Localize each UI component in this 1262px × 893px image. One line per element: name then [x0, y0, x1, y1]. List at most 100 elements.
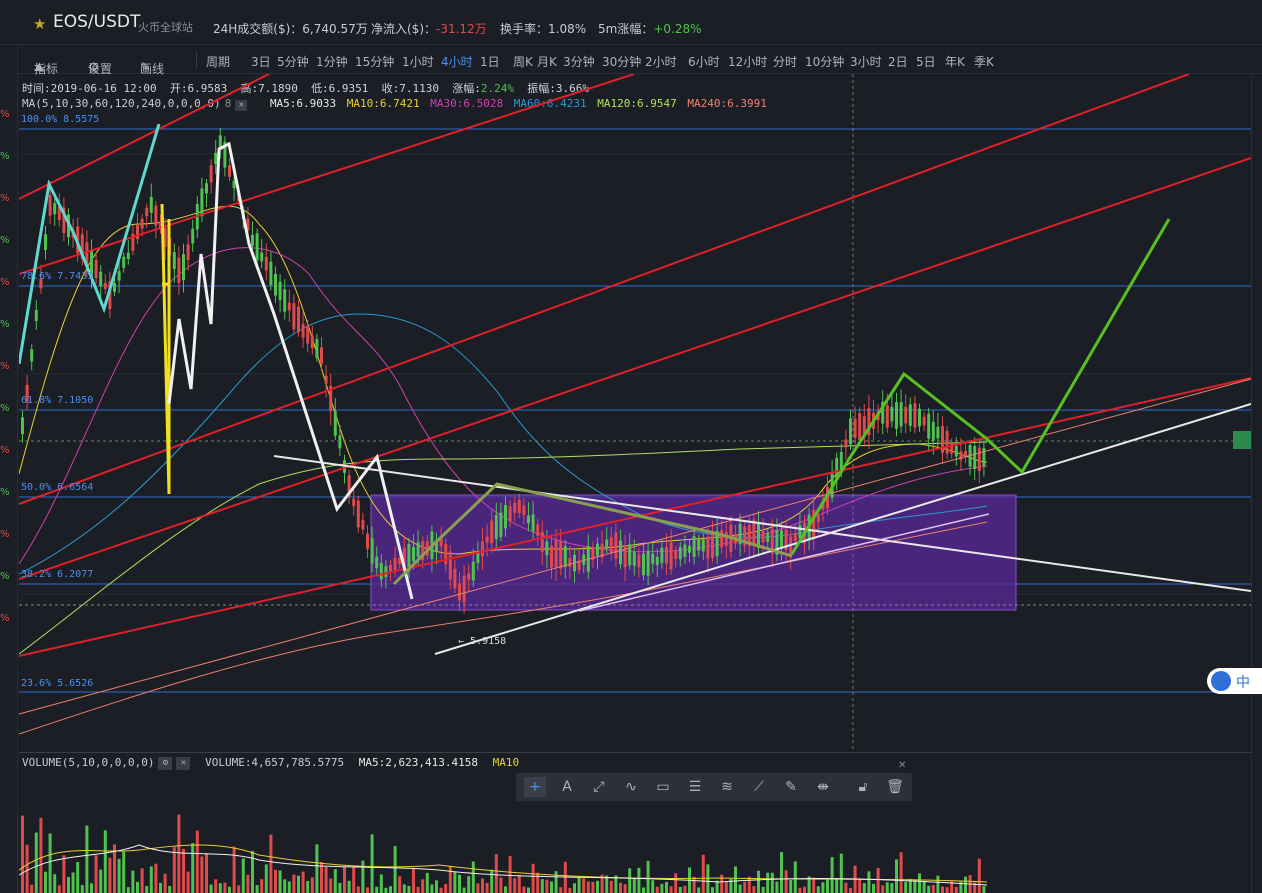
candle-body	[945, 430, 949, 454]
period-tab[interactable]: 30分钟	[602, 53, 641, 70]
lock-tool-icon[interactable]: 🔓︎	[852, 777, 874, 797]
trendline-red[interactable]	[19, 74, 635, 275]
period-tab[interactable]: 6小时	[688, 53, 720, 70]
left-axis-tick: %	[0, 109, 10, 120]
crosshair-tool-icon[interactable]: +	[524, 777, 546, 797]
close-drawtools-icon[interactable]: ✕	[898, 760, 906, 771]
period-tab[interactable]: 季K	[974, 53, 994, 70]
volume-bar	[416, 886, 420, 893]
period-tab[interactable]: 2小时	[645, 53, 677, 70]
candle-body	[632, 552, 636, 566]
volume-bar	[559, 887, 563, 893]
language-badge[interactable]: 中	[1207, 668, 1262, 694]
period-tab[interactable]: 周K	[513, 53, 533, 70]
eraser-tool-icon[interactable]: ⇼	[812, 777, 834, 797]
volume-bar	[274, 869, 277, 893]
pair-title[interactable]: EOS/USDT	[53, 12, 140, 32]
candle-body	[904, 406, 908, 424]
period-tab[interactable]: 2日	[888, 53, 908, 70]
trash-tool-icon[interactable]: 🗑︎	[884, 777, 906, 797]
pattern-tool-icon[interactable]: ∿	[620, 777, 642, 797]
volume-bar	[467, 876, 471, 893]
parallel-tool-icon[interactable]: ☰	[684, 777, 706, 797]
volume-bar	[720, 874, 724, 893]
price-chart[interactable]: ← 5.9158	[19, 74, 1251, 752]
period-tab[interactable]: 1小时	[402, 53, 434, 70]
period-tab[interactable]: 3小时	[850, 53, 882, 70]
volume-bar	[582, 878, 586, 893]
trendline-red[interactable]	[19, 74, 270, 200]
candle-body	[379, 563, 383, 580]
period-tab[interactable]: 15分钟	[355, 53, 394, 70]
wave-tool-icon[interactable]: ≋	[716, 777, 738, 797]
drawing-toolbar: + A ⤢ ∿ ▭ ☰ ≋ ⟋ ✎ ⇼ 🔓︎ 🗑︎	[516, 773, 912, 801]
period-tab[interactable]: 1日	[480, 53, 500, 70]
trendline-tool-icon[interactable]: ⤢	[588, 777, 610, 797]
candle-body	[766, 532, 770, 542]
trendline-red[interactable]	[19, 74, 1190, 505]
candle-body	[642, 553, 645, 576]
volume-bar	[692, 876, 696, 893]
ruler-tool-icon[interactable]: ⟋	[748, 777, 770, 797]
volume-bar	[890, 883, 894, 893]
period-tab[interactable]: 5分钟	[277, 53, 309, 70]
favorite-star-icon[interactable]: ★	[33, 15, 46, 33]
volume-bar	[632, 878, 636, 893]
candle-body	[959, 451, 963, 461]
volume-bar	[393, 846, 397, 893]
period-tab[interactable]: 3分钟	[563, 53, 595, 70]
candle-body	[172, 252, 176, 270]
trendline-salmon[interactable]	[19, 378, 1251, 715]
candle-body	[922, 416, 926, 426]
volume-bar	[186, 871, 190, 893]
left-axis-tick: %	[0, 361, 10, 372]
candle-body	[393, 557, 397, 571]
volume-bar	[154, 863, 158, 893]
volume-bar	[775, 881, 779, 893]
period-tab[interactable]: 4小时	[441, 53, 473, 70]
volume-bar	[876, 867, 880, 893]
volume-bar	[734, 866, 737, 893]
candle-body	[44, 234, 47, 251]
trendline-red[interactable]	[19, 377, 1251, 657]
period-tab[interactable]: 3日	[251, 53, 271, 70]
volume-bar	[228, 886, 231, 893]
close-volume-icon[interactable]: ✕	[176, 756, 191, 770]
candle-body	[416, 542, 420, 557]
volume-bar	[218, 883, 222, 893]
candle-body	[94, 259, 98, 279]
volume-bar	[922, 881, 926, 893]
volume-bar	[264, 864, 268, 893]
period-tab[interactable]: 5日	[916, 53, 936, 70]
volume-bar	[554, 871, 558, 893]
brush-tool-icon[interactable]: ✎	[780, 777, 802, 797]
period-tab[interactable]: 分时	[773, 53, 797, 70]
period-tab[interactable]: 月K	[537, 53, 557, 70]
candle-body	[205, 183, 208, 194]
volume-bar	[48, 833, 52, 893]
candle-body	[761, 531, 765, 543]
candle-body	[412, 546, 415, 562]
rectangle-tool-icon[interactable]: ▭	[652, 777, 674, 797]
candle-body	[186, 244, 190, 260]
volume-bar	[609, 880, 613, 893]
fib-236: 23.6% 5.6526	[21, 678, 94, 689]
candle-body	[918, 408, 921, 427]
candle-body	[356, 500, 360, 528]
volume-bar	[117, 858, 121, 893]
volume-bar	[251, 851, 254, 893]
period-tab[interactable]: 12小时	[728, 53, 767, 70]
candle-body	[609, 537, 613, 553]
volume-bar	[108, 857, 112, 893]
period-tab[interactable]: 10分钟	[805, 53, 844, 70]
volume-bar	[471, 861, 475, 893]
settings-small-icon[interactable]: ⚙	[158, 756, 173, 770]
left-axis-tick: %	[0, 193, 10, 204]
volume-bar	[356, 886, 360, 893]
candle-body	[504, 505, 507, 529]
period-tab[interactable]: 1分钟	[316, 53, 348, 70]
volume-bar	[761, 886, 765, 893]
text-tool-icon[interactable]: A	[556, 777, 578, 797]
volume-bar	[177, 814, 181, 893]
period-tab[interactable]: 年K	[945, 53, 965, 70]
